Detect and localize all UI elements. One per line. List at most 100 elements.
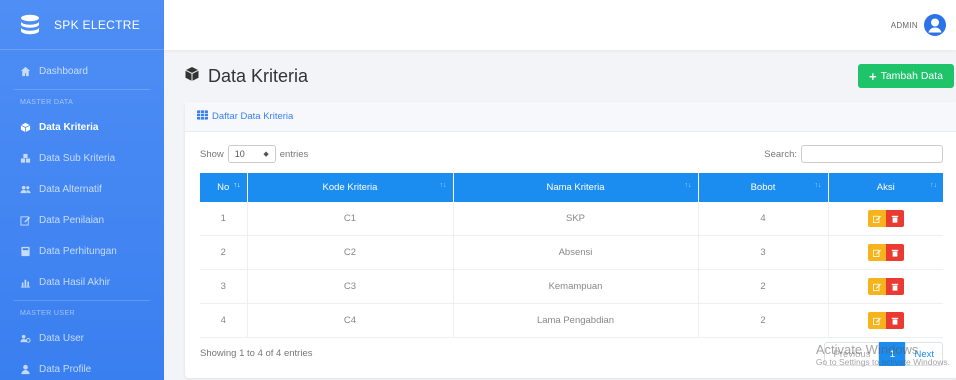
edit-button[interactable] [867,312,886,329]
cell-kode: C3 [247,269,454,304]
sidebar-item-data-penilaian[interactable]: Data Penilaian [0,205,164,236]
cell-no: 3 [200,269,248,304]
sidebar-item-label: Data User [39,333,85,344]
cell-kode: C4 [247,303,454,338]
column-header-bobot[interactable]: Bobot ↑↓ [698,173,829,202]
trash-icon [891,249,898,257]
page-title: Data Kriteria [184,66,308,87]
table-controls: Show 10 ◆ entries Search: [200,145,943,163]
column-header-no[interactable]: No ↑↓ [200,173,248,202]
sidebar-item-data-user[interactable]: Data User [0,323,164,354]
users-cog-icon [20,333,31,344]
sidebar-item-data-profile[interactable]: Data Profile [0,354,164,380]
cell-nama: Lama Pengabdian [453,303,699,338]
page-title-row: Data Kriteria [184,62,956,90]
trash-icon [891,283,898,291]
cell-aksi [828,202,943,236]
cell-nama: Absensi [453,235,699,270]
user-icon [20,364,31,375]
sidebar-item-label: Data Perhitungan [39,246,117,257]
edit-button[interactable] [867,244,886,261]
search-input[interactable] [801,145,943,163]
edit-icon [20,215,31,226]
cubes-icon [20,153,31,164]
cell-bobot: 2 [698,303,829,338]
table-header-row: No ↑↓ Kode Kriteria ↑↓ Nama Kriteria ↑↓ … [200,173,943,202]
user-name[interactable]: ADMIN [891,21,918,30]
add-data-button[interactable]: + Tambah Data [858,64,954,88]
edit-button[interactable] [867,278,886,295]
sidebar-item-data-hasil-akhir[interactable]: Data Hasil Akhir [0,267,164,298]
sidebar-item-data-alternatif[interactable]: Data Alternatif [0,174,164,205]
divider [14,89,150,90]
search-control: Search: [764,145,943,163]
sort-icon: ↑↓ [439,182,447,189]
brand[interactable]: SPK ELECTRE [0,0,164,50]
sidebar-item-label: Data Sub Kriteria [39,153,116,164]
calculator-icon [20,246,31,257]
cube-icon [20,122,31,133]
search-label: Search: [764,148,797,160]
divider [14,300,150,301]
add-data-label: Tambah Data [880,70,944,82]
delete-button[interactable] [885,312,904,329]
cell-bobot: 2 [698,269,829,304]
section-heading-master-data: MASTER DATA [20,98,74,106]
user-icon [928,18,942,33]
pagination-page-1[interactable]: 1 [879,342,906,366]
updown-icon: ◆ [263,151,269,158]
sidebar-item-dashboard[interactable]: Dashboard [0,56,164,87]
sort-icon: ↑↓ [814,182,822,189]
data-card: Daftar Data Kriteria Show 10 ◆ entries S… [185,102,956,378]
column-header-aksi[interactable]: Aksi ↑↓ [828,173,943,202]
cell-kode: C1 [247,202,454,236]
column-header-kode[interactable]: Kode Kriteria ↑↓ [247,173,454,202]
sort-icon: ↑↓ [233,182,241,189]
table-row: 2 C2 Absensi 3 [200,235,943,270]
database-icon [18,13,42,37]
trash-icon [891,215,898,223]
table-icon [197,110,208,123]
plus-icon: + [868,68,877,84]
pagination-next[interactable]: Next [905,342,943,366]
edit-button[interactable] [867,210,886,227]
cell-aksi [828,303,943,338]
section-heading-master-user: MASTER USER [20,309,75,317]
cell-nama: SKP [453,202,699,236]
card-title: Daftar Data Kriteria [212,111,294,122]
table-row: 3 C3 Kemampuan 2 [200,269,943,304]
sort-icon: ↑↓ [684,182,692,189]
avatar[interactable] [924,14,946,36]
entries-select[interactable]: 10 ◆ [227,145,276,163]
sidebar-item-data-sub-kriteria[interactable]: Data Sub Kriteria [0,143,164,174]
chart-icon [20,277,31,288]
entries-label: entries [279,148,309,160]
home-icon [20,66,31,77]
table-row: 1 C1 SKP 4 [200,202,943,236]
cell-aksi [828,269,943,304]
sidebar-item-data-perhitungan[interactable]: Data Perhitungan [0,236,164,267]
sidebar-item-label: Dashboard [39,66,88,77]
pagination: Previous 1 Next [824,342,943,366]
sort-icon: ↑↓ [930,182,937,189]
edit-icon [872,283,881,291]
pagination-previous[interactable]: Previous [824,342,880,366]
cell-bobot: 4 [698,202,829,236]
column-header-nama[interactable]: Nama Kriteria ↑↓ [453,173,699,202]
table-info: Showing 1 to 4 of 4 entries [200,348,313,359]
delete-button[interactable] [885,278,904,295]
cell-no: 2 [200,235,248,270]
sidebar-item-data-kriteria[interactable]: Data Kriteria [0,112,164,143]
delete-button[interactable] [885,244,904,261]
sidebar-item-label: Data Hasil Akhir [39,277,111,288]
topbar: ADMIN [164,0,956,50]
cell-bobot: 3 [698,235,829,270]
cell-aksi [828,235,943,270]
page-title-text: Data Kriteria [208,65,309,86]
sidebar-item-label: Data Kriteria [39,122,99,133]
cube-icon [184,66,200,87]
kriteria-table: No ↑↓ Kode Kriteria ↑↓ Nama Kriteria ↑↓ … [200,173,943,338]
users-icon [20,184,31,195]
sidebar-item-label: Data Alternatif [39,184,102,195]
delete-button[interactable] [885,210,904,227]
